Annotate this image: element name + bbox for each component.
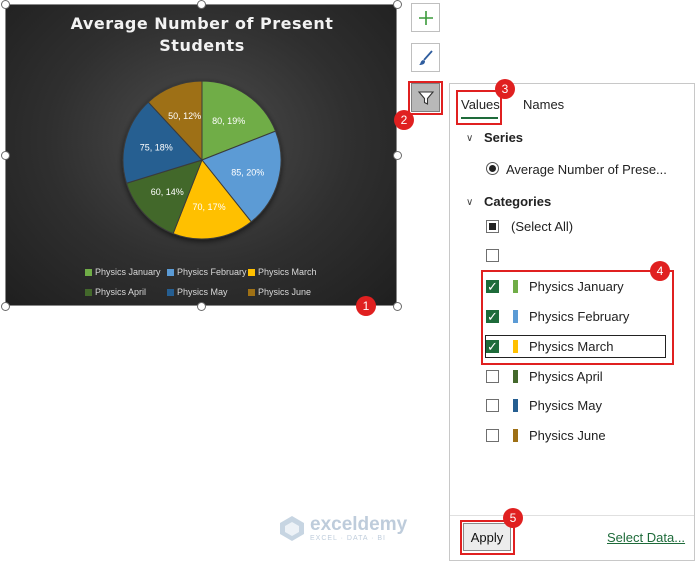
legend-swatch	[85, 268, 92, 276]
select-all-item[interactable]: (Select All)	[486, 219, 573, 234]
resize-handle-top-left[interactable]	[1, 0, 10, 9]
resize-handle-bottom-left[interactable]	[1, 302, 10, 311]
legend-label: Physics June	[258, 287, 312, 297]
legend-item-may: Physics May	[167, 287, 228, 297]
category-label: Physics May	[529, 398, 602, 413]
watermark: exceldemy EXCEL · DATA · BI	[278, 514, 407, 542]
legend-label: Physics February	[177, 267, 247, 277]
plus-icon	[418, 10, 433, 25]
chart-area[interactable]: Average Number of Present Students 80, 1…	[5, 4, 397, 306]
pie-data-label-4: 60, 14%	[151, 187, 184, 197]
pie-data-label-6: 50, 12%	[168, 111, 201, 121]
category-item-april[interactable]: Physics April	[486, 369, 603, 384]
legend-item-january: Physics January	[85, 267, 161, 277]
category-checkbox[interactable]	[486, 370, 499, 383]
select-all-label: (Select All)	[511, 219, 574, 234]
pie-data-label-2: 85, 20%	[231, 167, 264, 177]
series-heading: Series	[484, 130, 524, 145]
tab-names[interactable]: Names	[523, 97, 564, 112]
resize-handle-bottom-right[interactable]	[393, 302, 402, 311]
legend-item-june: Physics June	[248, 287, 311, 297]
series-swatch	[513, 340, 518, 353]
category-label: Physics January	[529, 279, 624, 294]
blank-category-item[interactable]	[486, 249, 513, 267]
legend-swatch	[248, 288, 255, 296]
radio-dot	[489, 165, 496, 172]
resize-handle-left[interactable]	[1, 151, 10, 160]
categories-heading: Categories	[484, 194, 552, 209]
category-label: Physics February	[529, 309, 630, 324]
blank-checkbox[interactable]	[486, 249, 499, 262]
resize-handle-top[interactable]	[197, 0, 206, 9]
chart-elements-button[interactable]	[411, 3, 440, 32]
series-swatch	[513, 429, 518, 442]
annotation-badge-4: 4	[650, 261, 670, 281]
panel-footer-divider	[450, 515, 694, 516]
brush-icon	[418, 49, 433, 65]
category-label: Physics March	[529, 339, 614, 354]
category-item-february[interactable]: ✓ Physics February	[486, 309, 629, 324]
pie-slices	[122, 80, 282, 240]
resize-handle-top-right[interactable]	[393, 0, 402, 9]
legend-item-march: Physics March	[248, 267, 317, 277]
series-swatch	[513, 310, 518, 323]
category-checkbox[interactable]: ✓	[486, 279, 499, 294]
select-all-checkbox[interactable]	[486, 220, 499, 233]
pie-data-label-1: 80, 19%	[212, 116, 245, 126]
legend-swatch	[85, 288, 92, 296]
pie-data-label-5: 75, 18%	[140, 143, 173, 153]
category-item-march[interactable]: ✓ Physics March	[486, 339, 614, 354]
series-item[interactable]: Average Number of Prese...	[486, 162, 667, 177]
chevron-down-icon[interactable]: ∨	[466, 133, 473, 144]
select-data-link[interactable]: Select Data...	[607, 530, 685, 545]
legend-item-april: Physics April	[85, 287, 146, 297]
category-checkbox[interactable]	[486, 429, 499, 442]
category-item-may[interactable]: Physics May	[486, 398, 602, 413]
series-swatch	[513, 370, 518, 383]
exceldemy-logo-icon	[280, 516, 304, 541]
legend-item-february: Physics February	[167, 267, 247, 277]
category-label: Physics June	[529, 428, 606, 443]
legend-label: Physics April	[95, 287, 147, 297]
legend-label: Physics May	[177, 287, 228, 297]
category-item-june[interactable]: Physics June	[486, 428, 606, 443]
watermark-name: exceldemy	[310, 513, 408, 535]
series-item-label: Average Number of Prese...	[506, 162, 667, 177]
category-checkbox[interactable]: ✓	[486, 339, 499, 354]
pie-data-label-3: 70, 17%	[193, 202, 226, 212]
filter-button-highlight	[408, 81, 443, 115]
category-label: Physics April	[529, 369, 603, 384]
series-swatch	[513, 399, 518, 412]
watermark-tagline: EXCEL · DATA · BI	[310, 534, 386, 542]
category-item-january[interactable]: ✓ Physics January	[486, 279, 624, 294]
legend-label: Physics January	[95, 267, 161, 277]
annotation-badge-1: 1	[356, 296, 376, 316]
chevron-down-icon[interactable]: ∨	[466, 197, 473, 208]
chart-styles-button[interactable]	[411, 43, 440, 72]
legend-label: Physics March	[258, 267, 317, 277]
resize-handle-bottom[interactable]	[197, 302, 206, 311]
annotation-badge-2: 2	[394, 110, 414, 130]
legend-swatch	[248, 268, 255, 276]
series-swatch	[513, 280, 518, 293]
legend-swatch	[167, 288, 174, 296]
annotation-badge-5: 5	[503, 508, 523, 528]
category-checkbox[interactable]	[486, 399, 499, 412]
resize-handle-right[interactable]	[393, 151, 402, 160]
category-checkbox[interactable]: ✓	[486, 309, 499, 324]
legend-swatch	[167, 268, 174, 276]
pie-chart: 80, 19% 85, 20% 70, 17% 60, 14% 75, 18% 50, 1…	[122, 80, 282, 240]
values-tab-highlight	[456, 90, 502, 125]
annotation-badge-3: 3	[495, 79, 515, 99]
